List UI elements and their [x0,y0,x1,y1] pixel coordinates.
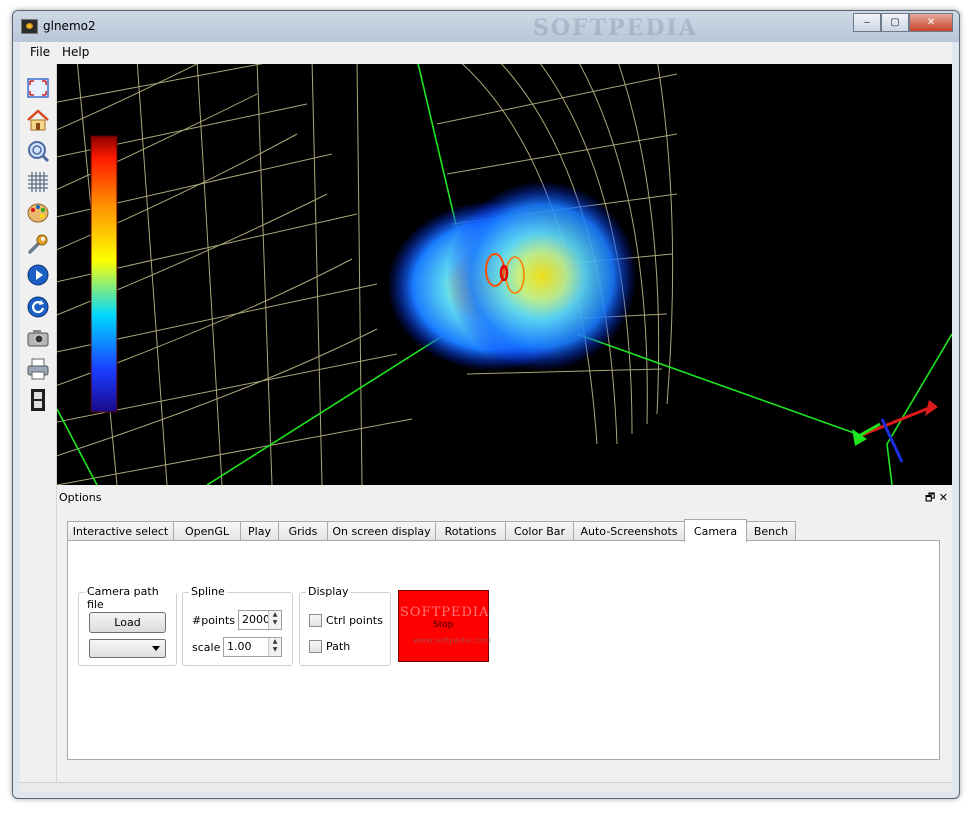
tab-camera[interactable]: Camera [684,519,747,542]
palette-icon[interactable] [26,201,50,225]
scale-label: scale [192,641,221,654]
stop-color-button[interactable]: Stop [398,590,489,662]
stop-label: Stop [433,620,454,630]
tab-rotations[interactable]: Rotations [435,521,506,541]
tab-interactive-select[interactable]: Interactive select [67,521,174,541]
scale-value: 1.00 [227,640,252,653]
dock-float-button[interactable]: 🗗 [925,491,935,504]
tab-opengl[interactable]: OpenGL [173,521,241,541]
points-label: #points [192,614,236,627]
maximize-button[interactable]: ▢ [881,13,909,32]
chevron-down-icon [152,646,160,651]
camera-tab-panel: Camera path file Load Spline #points 200… [67,540,940,760]
home-icon[interactable] [26,108,50,132]
window-title: glnemo2 [43,19,96,33]
tab-grids[interactable]: Grids [278,521,328,541]
close-button[interactable]: ✕ [909,13,953,32]
fullscreen-icon[interactable] [26,76,50,100]
points-spinbox[interactable]: 2000 ▲ ▼ [238,610,282,630]
panel-watermark-sub: www.softpedia.com [413,636,492,645]
gl-viewport[interactable] [57,64,952,485]
panel-watermark: SOFTPEDIA [400,605,490,620]
camera-icon[interactable] [26,326,50,350]
title-bar[interactable]: glnemo2 SOFTPEDIA ‒ ▢ ✕ [13,11,959,42]
path-checkbox[interactable] [309,640,322,653]
reload-icon[interactable] [26,295,50,319]
app-icon [21,19,38,34]
play-icon[interactable] [26,263,50,287]
tab-on-screen-display[interactable]: On screen display [327,521,436,541]
title-watermark: SOFTPEDIA [533,15,698,41]
tab-bench[interactable]: Bench [746,521,796,541]
particle-render [57,64,952,485]
left-toolbar [20,64,57,782]
menu-file[interactable]: File [30,45,50,59]
display-title: Display [306,585,351,598]
options-dock: Options 🗗 ✕ Interactive select OpenGL Pl… [57,487,952,782]
grid-icon[interactable] [26,170,50,194]
film-icon[interactable] [26,388,50,412]
ctrl-points-checkbox[interactable] [309,614,322,627]
scale-spin-arrows[interactable]: ▲ ▼ [268,638,281,656]
dock-close-button[interactable]: ✕ [939,491,948,504]
spline-group: Spline #points 2000 ▲ ▼ scale 1.00 ▲ ▼ [182,585,293,666]
camera-path-file-group: Camera path file Load [78,585,177,666]
points-spin-arrows[interactable]: ▲ ▼ [268,611,281,629]
scale-spinbox[interactable]: 1.00 ▲ ▼ [223,637,282,657]
wrench-icon[interactable] [26,232,50,256]
status-bar [20,782,952,792]
load-button[interactable]: Load [89,612,166,633]
app-window: glnemo2 SOFTPEDIA ‒ ▢ ✕ File Help Option… [12,10,960,799]
camera-path-combo[interactable] [89,639,166,658]
minimize-button[interactable]: ‒ [853,13,881,32]
points-value: 2000 [242,613,270,626]
spline-title: Spline [189,585,227,598]
client-area: File Help Options 🗗 ✕ Interactive select… [20,42,952,792]
tab-play[interactable]: Play [240,521,279,541]
ctrl-points-label: Ctrl points [326,614,383,627]
camera-path-file-title: Camera path file [85,585,176,611]
menu-help[interactable]: Help [62,45,89,59]
tab-auto-screenshots[interactable]: Auto-Screenshots [573,521,685,541]
menu-bar: File Help [20,42,952,62]
dock-title: Options [59,491,102,504]
path-label: Path [326,640,351,653]
tab-color-bar[interactable]: Color Bar [505,521,574,541]
display-group: Display Ctrl points Path [299,585,391,666]
printer-icon[interactable] [26,357,50,381]
color-bar [90,135,118,413]
zoom-icon[interactable] [26,139,50,163]
